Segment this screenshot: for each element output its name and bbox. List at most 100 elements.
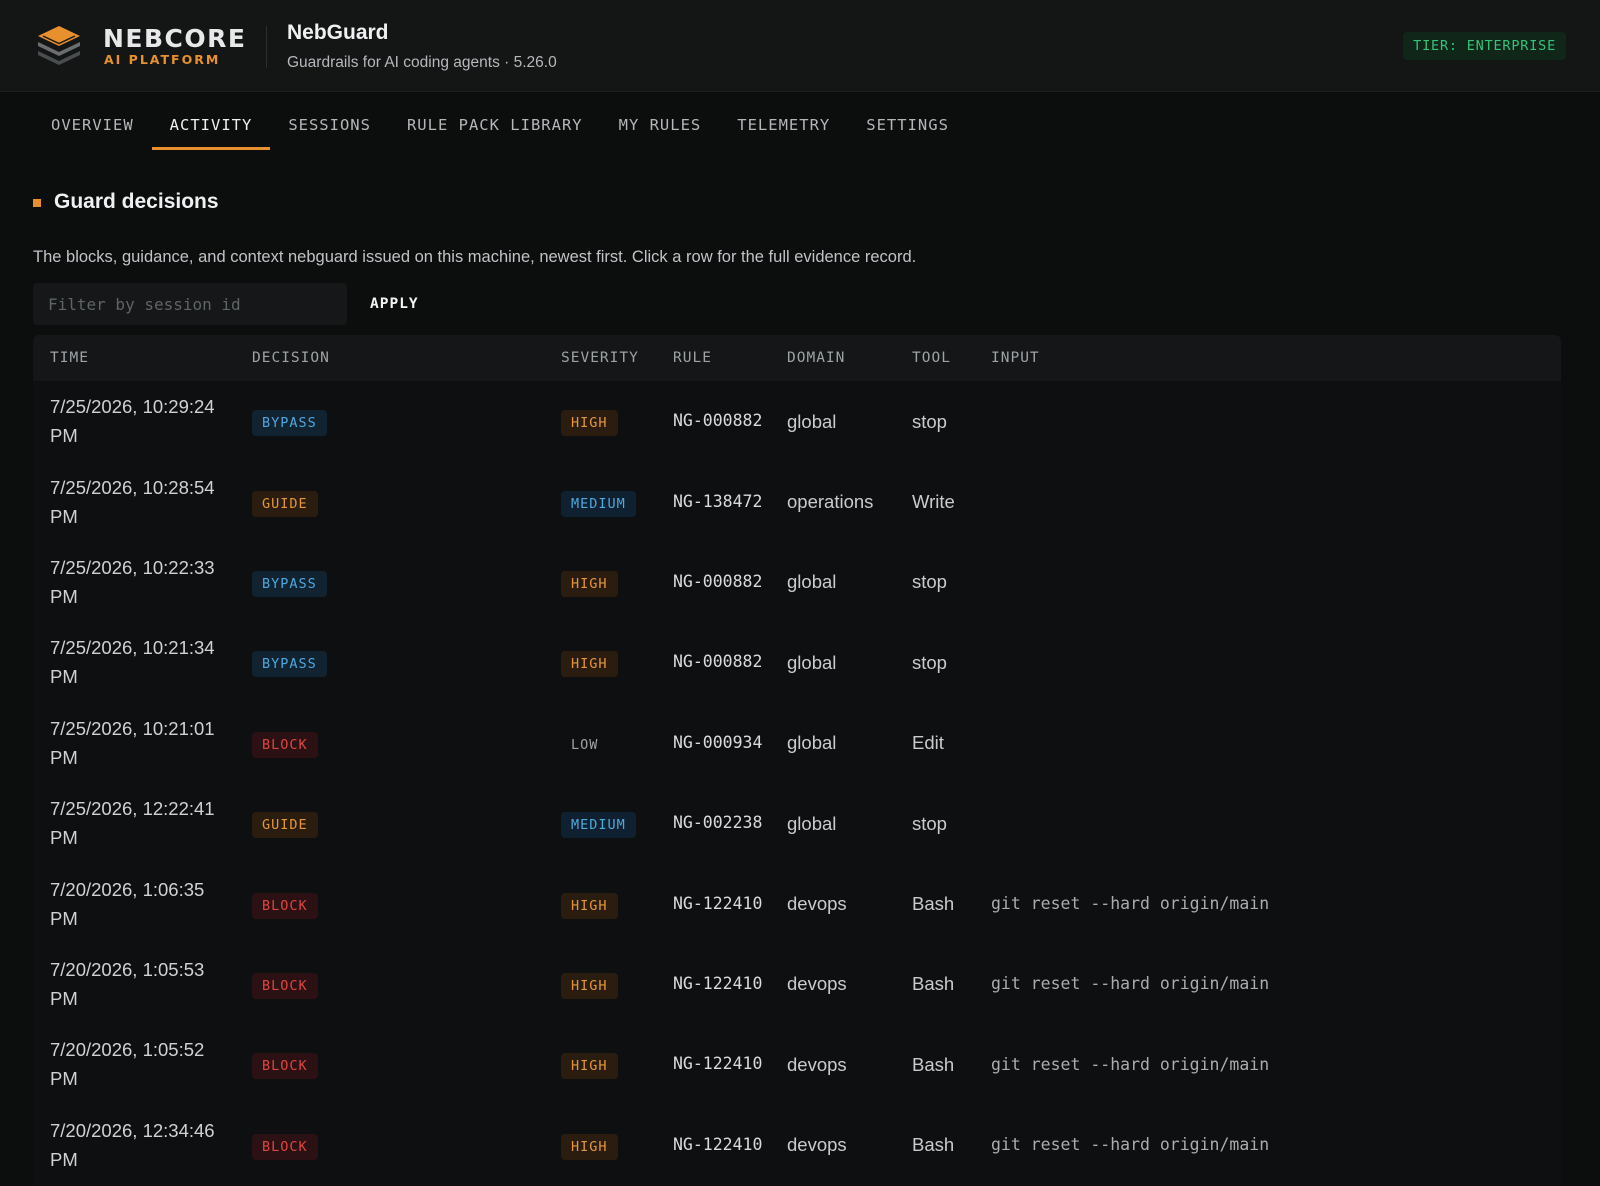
row-time: 7/25/2026, 10:22:33 PM xyxy=(50,556,215,607)
row-domain: global xyxy=(787,571,837,593)
row-domain: global xyxy=(787,732,837,754)
decision-badge: GUIDE xyxy=(252,490,318,517)
nebcore-logo-icon xyxy=(38,26,80,65)
app-header: NEBCORE AI PLATFORM NebGuard Guardrails … xyxy=(0,0,1600,92)
severity-badge: HIGH xyxy=(561,892,618,919)
table-row[interactable]: 7/20/2026, 1:05:52 PM BLOCK HIGH NG-122410 d… xyxy=(33,1024,1561,1104)
row-tool: Edit xyxy=(912,732,944,754)
row-domain: devops xyxy=(787,973,847,995)
table-row[interactable]: 7/25/2026, 10:21:01 PM BLOCK LOW NG-000934 g… xyxy=(33,703,1561,783)
row-time: 7/25/2026, 10:21:01 PM xyxy=(50,717,215,768)
session-filter-input[interactable] xyxy=(33,283,347,325)
row-tool: Bash xyxy=(912,1134,955,1156)
section-description: The blocks, guidance, and context nebgua… xyxy=(33,248,917,266)
severity-badge: HIGH xyxy=(561,651,618,678)
table-row[interactable]: 7/25/2026, 10:29:24 PM BYPASS HIGH NG-00088… xyxy=(33,381,1561,461)
row-time: 7/25/2026, 10:28:54 PM xyxy=(50,476,215,527)
row-rule: NG-122410 xyxy=(673,1134,763,1154)
table-header-row: TIME DECISION SEVERITY RULE DOMAIN TOOL … xyxy=(33,335,1561,381)
row-tool: stop xyxy=(912,410,947,432)
table-row[interactable]: 7/25/2026, 10:21:34 PM BYPASS HIGH NG-00088… xyxy=(33,622,1561,702)
row-domain: devops xyxy=(787,1053,847,1075)
tab-activity[interactable]: ACTIVITY xyxy=(151,92,271,150)
row-domain: global xyxy=(787,812,837,834)
row-input: git reset --hard origin/main xyxy=(991,894,1270,914)
row-time: 7/20/2026, 1:06:35 PM xyxy=(50,878,205,929)
decision-badge: BYPASS xyxy=(252,651,327,678)
decision-badge: BLOCK xyxy=(252,731,318,758)
table-row[interactable]: 7/25/2026, 12:22:41 PM GUIDE MEDIUM NG-0022… xyxy=(33,783,1561,863)
header-divider xyxy=(266,26,267,68)
row-input xyxy=(974,703,1561,783)
row-rule: NG-122410 xyxy=(673,893,763,913)
decision-badge: BLOCK xyxy=(252,892,318,919)
row-input xyxy=(974,622,1561,702)
row-input: git reset --hard origin/main xyxy=(991,974,1270,994)
row-time: 7/25/2026, 12:22:41 PM xyxy=(50,798,215,849)
section-marker-icon xyxy=(33,199,41,207)
row-input xyxy=(974,381,1561,461)
decision-badge: BLOCK xyxy=(252,972,318,999)
tab-settings[interactable]: SETTINGS xyxy=(848,92,967,150)
row-input: git reset --hard origin/main xyxy=(991,1135,1270,1155)
decision-badge: BYPASS xyxy=(252,570,327,597)
column-header-time[interactable]: TIME xyxy=(33,335,235,381)
apply-button[interactable]: APPLY xyxy=(362,283,427,325)
app-title: NebGuard xyxy=(287,21,389,44)
tier-badge: TIER: ENTERPRISE xyxy=(1403,32,1566,60)
column-header-rule[interactable]: RULE xyxy=(656,335,770,381)
column-header-domain[interactable]: DOMAIN xyxy=(770,335,895,381)
decisions-table: TIME DECISION SEVERITY RULE DOMAIN TOOL … xyxy=(33,335,1561,1186)
row-domain: global xyxy=(787,651,837,673)
decision-badge: GUIDE xyxy=(252,812,318,839)
row-time: 7/20/2026, 1:05:52 PM xyxy=(50,1039,205,1090)
row-domain: operations xyxy=(787,491,874,513)
row-rule: NG-000882 xyxy=(673,571,763,591)
row-time: 7/20/2026, 12:34:46 PM xyxy=(50,1119,215,1170)
row-tool: Bash xyxy=(912,893,955,915)
severity-badge: HIGH xyxy=(561,972,618,999)
severity-badge: HIGH xyxy=(561,1053,618,1080)
column-header-decision[interactable]: DECISION xyxy=(235,335,544,381)
row-rule: NG-122410 xyxy=(673,973,763,993)
tab-rule-pack-library[interactable]: RULE PACK LIBRARY xyxy=(389,92,601,150)
row-rule: NG-122410 xyxy=(673,1054,763,1074)
row-rule: NG-002238 xyxy=(673,813,763,833)
severity-badge: HIGH xyxy=(561,410,618,437)
row-rule: NG-000934 xyxy=(673,732,763,752)
row-tool: stop xyxy=(912,651,947,673)
main-tabs: OVERVIEW ACTIVITY SESSIONS RULE PACK LIB… xyxy=(33,92,967,150)
severity-badge: MEDIUM xyxy=(561,812,636,839)
row-tool: stop xyxy=(912,571,947,593)
severity-badge: HIGH xyxy=(561,570,618,597)
severity-badge: HIGH xyxy=(561,1133,618,1160)
table-row[interactable]: 7/25/2026, 10:28:54 PM GUIDE MEDIUM NG-1384… xyxy=(33,461,1561,541)
table-row[interactable]: 7/20/2026, 1:06:35 PM BLOCK HIGH NG-122410 d… xyxy=(33,863,1561,943)
column-header-severity[interactable]: SEVERITY xyxy=(544,335,656,381)
tab-telemetry[interactable]: TELEMETRY xyxy=(719,92,848,150)
row-input xyxy=(974,542,1561,622)
column-header-input[interactable]: INPUT xyxy=(974,335,1561,381)
row-rule: NG-000882 xyxy=(673,652,763,672)
tab-my-rules[interactable]: MY RULES xyxy=(601,92,720,150)
row-input xyxy=(974,461,1561,541)
row-input xyxy=(974,783,1561,863)
row-rule: NG-000882 xyxy=(673,411,763,431)
tab-sessions[interactable]: SESSIONS xyxy=(270,92,389,150)
tab-overview[interactable]: OVERVIEW xyxy=(33,92,152,150)
brand-subtitle: AI PLATFORM xyxy=(104,52,221,67)
row-time: 7/25/2026, 10:21:34 PM xyxy=(50,637,215,688)
row-input: git reset --hard origin/main xyxy=(991,1054,1270,1074)
row-tool: Bash xyxy=(912,973,955,995)
severity-badge: MEDIUM xyxy=(561,490,636,517)
row-domain: devops xyxy=(787,893,847,915)
decision-badge: BLOCK xyxy=(252,1053,318,1080)
row-tool: stop xyxy=(912,812,947,834)
table-row[interactable]: 7/20/2026, 1:05:53 PM BLOCK HIGH NG-122410 d… xyxy=(33,944,1561,1024)
row-rule: NG-138472 xyxy=(673,491,763,511)
table-row[interactable]: 7/20/2026, 12:34:46 PM BLOCK HIGH NG-122410… xyxy=(33,1105,1561,1185)
column-header-tool[interactable]: TOOL xyxy=(895,335,974,381)
decision-badge: BYPASS xyxy=(252,410,327,437)
table-row[interactable]: 7/25/2026, 10:22:33 PM BYPASS HIGH NG-00088… xyxy=(33,542,1561,622)
section-title: Guard decisions xyxy=(54,190,219,213)
